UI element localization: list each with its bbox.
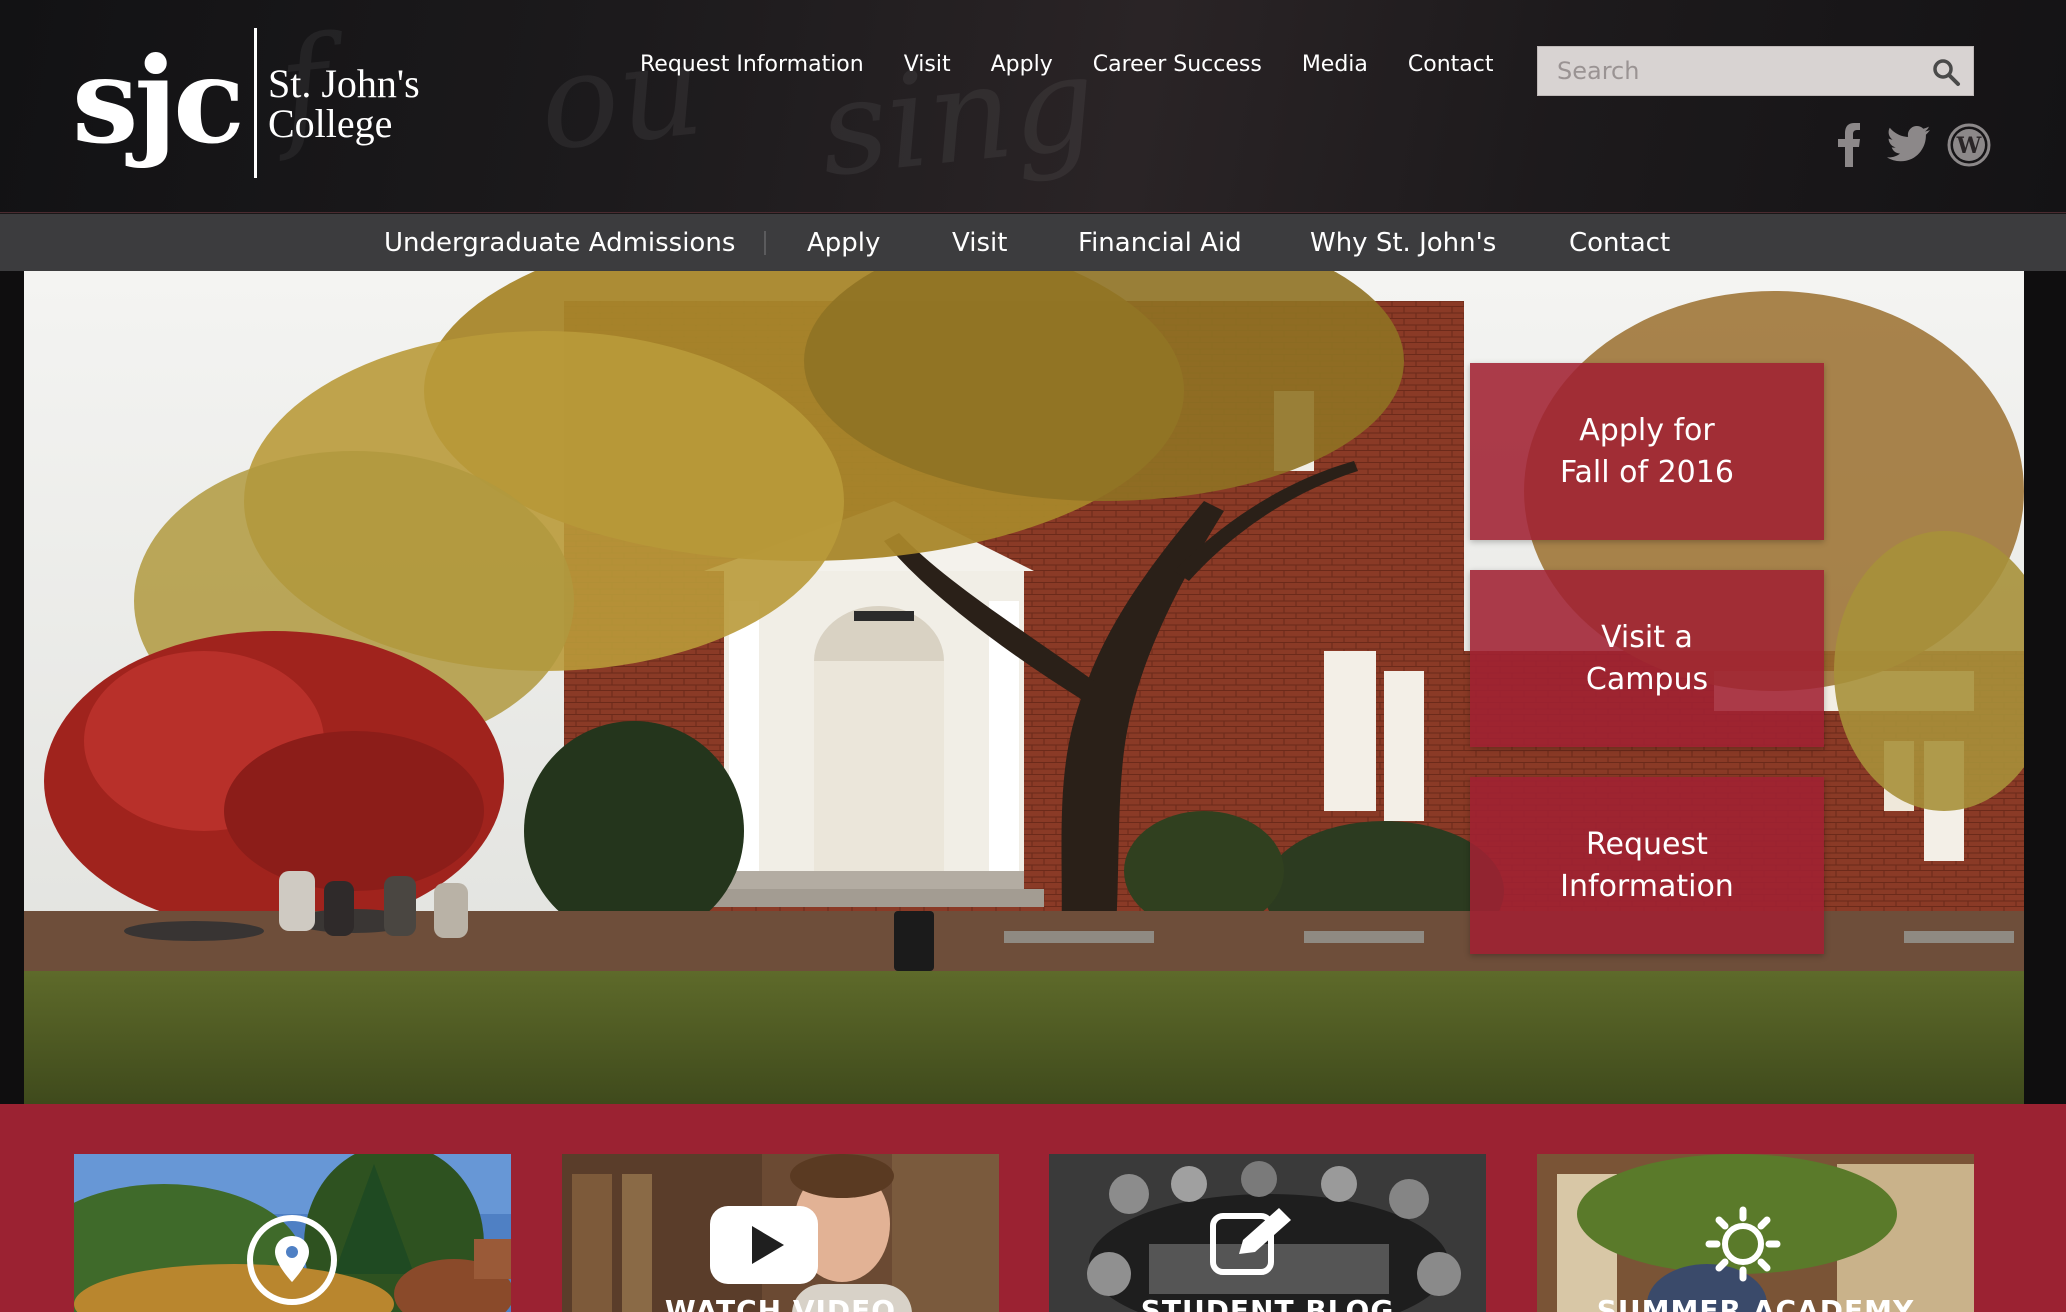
card-campus-map[interactable] <box>74 1154 511 1312</box>
card-summer-academy[interactable]: SUMMER ACADEMY <box>1537 1154 1974 1312</box>
quick-links-band: WATCH VIDEO STUDENT BLOG SUMMER ACADEMY <box>0 1104 2066 1312</box>
play-icon <box>710 1206 818 1284</box>
apply-cta-button[interactable]: Apply for Fall of 2016 <box>1470 363 1824 540</box>
card-watch-video[interactable]: WATCH VIDEO <box>562 1154 999 1312</box>
card-student-blog-label: STUDENT BLOG <box>1140 1294 1395 1312</box>
logo-name: St. John's College <box>268 64 420 144</box>
utility-nav-media[interactable]: Media <box>1302 52 1368 77</box>
apply-cta-label: Apply for Fall of 2016 <box>1560 412 1734 490</box>
admissions-nav: Undergraduate Admissions Apply Visit Fin… <box>0 214 2066 271</box>
hero-campus-photo: Apply for Fall of 2016 Visit a Campus Re… <box>24 271 2024 1104</box>
logo-name-line2: College <box>268 101 393 146</box>
search-input[interactable] <box>1538 47 1918 95</box>
admissions-nav-financial-aid[interactable]: Financial Aid <box>1078 228 1242 258</box>
map-pin-icon <box>247 1215 337 1305</box>
search-button[interactable] <box>1931 57 1961 87</box>
search-icon <box>1933 59 1960 86</box>
utility-nav-contact[interactable]: Contact <box>1408 52 1494 77</box>
logo-mark: sjc <box>72 31 245 170</box>
visit-campus-cta-label: Visit a Campus <box>1585 619 1709 697</box>
college-logo[interactable]: sjc St. John's College <box>72 24 442 184</box>
social-links: W <box>1826 122 1992 168</box>
utility-nav-career-success[interactable]: Career Success <box>1093 52 1262 77</box>
utility-nav: Request Information Visit Apply Career S… <box>640 52 1533 77</box>
utility-nav-visit[interactable]: Visit <box>904 52 951 77</box>
wordpress-icon[interactable]: W <box>1946 122 1992 168</box>
admissions-nav-contact[interactable]: Contact <box>1569 228 1670 258</box>
admissions-nav-visit[interactable]: Visit <box>952 228 1007 258</box>
search-box <box>1537 46 1974 96</box>
facebook-icon[interactable] <box>1826 122 1872 168</box>
card-student-blog[interactable]: STUDENT BLOG <box>1049 1154 1486 1312</box>
sun-icon <box>1705 1206 1781 1282</box>
nav-separator <box>764 231 766 255</box>
utility-nav-request-information[interactable]: Request Information <box>640 52 864 77</box>
twitter-icon[interactable] <box>1886 122 1932 168</box>
card-watch-video-label: WATCH VIDEO <box>664 1294 897 1312</box>
card-summer-academy-label: SUMMER ACADEMY <box>1596 1294 1915 1312</box>
admissions-nav-undergraduate[interactable]: Undergraduate Admissions <box>384 228 735 258</box>
chalkboard-texture: ou <box>532 11 710 181</box>
logo-divider <box>254 28 257 178</box>
pencil-icon <box>1210 1208 1291 1275</box>
request-info-cta-label: Request Information <box>1560 826 1734 904</box>
hero-section: Apply for Fall of 2016 Visit a Campus Re… <box>0 271 2066 1104</box>
visit-campus-cta-button[interactable]: Visit a Campus <box>1470 570 1824 747</box>
svg-text:W: W <box>1956 133 1982 159</box>
request-info-cta-button[interactable]: Request Information <box>1470 777 1824 954</box>
admissions-nav-why-st-johns[interactable]: Why St. John's <box>1310 228 1496 258</box>
admissions-nav-apply[interactable]: Apply <box>807 228 880 258</box>
utility-nav-apply[interactable]: Apply <box>991 52 1053 77</box>
site-header: f ou sing sjc St. John's College Request… <box>0 0 2066 213</box>
logo-name-line1: St. John's <box>268 61 420 106</box>
